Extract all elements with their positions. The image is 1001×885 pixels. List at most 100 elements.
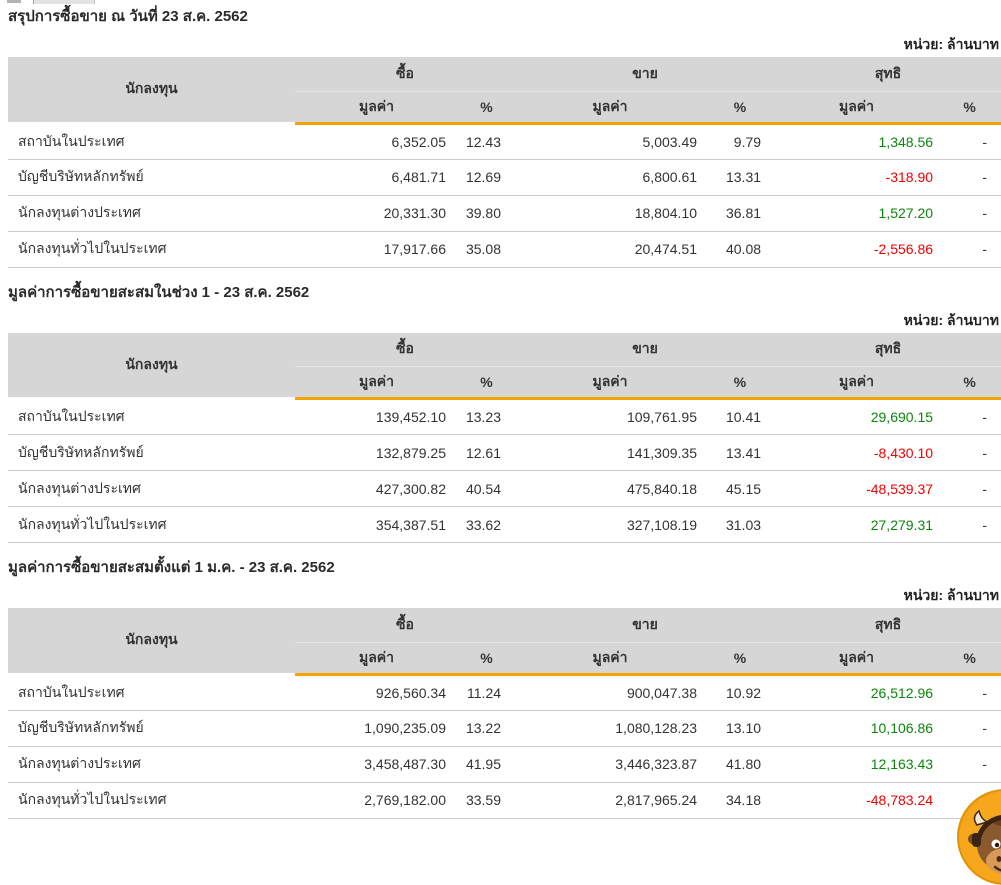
chatbot-mascot-button[interactable] [957,789,1001,885]
investor-trading-summary-page: สรุปการซื้อขาย ณ วันที่ 23 ส.ค. 2562 หน่… [0,0,1001,819]
investor-name-cell: นักลงทุนทั่วไปในประเทศ [8,507,295,543]
bull-headphones-mascot-icon [957,789,1001,885]
net-value-cell: -48,783.24 [775,782,938,818]
col-header-sell-percent: % [705,91,775,123]
sell-value-cell: 1,080,128.23 [515,710,705,746]
sell-percent-cell: 13.10 [705,710,775,746]
col-header-sell-percent: % [705,642,775,674]
col-header-buy-percent: % [458,367,515,399]
sell-percent-cell: 41.80 [705,746,775,782]
investor-type-table: นักลงทุน ซื้อ ขาย สุทธิ มูลค่า % มูลค่า … [8,333,1001,544]
sell-value-cell: 141,309.35 [515,435,705,471]
col-header-buy-percent: % [458,91,515,123]
table-row: สถาบันในประเทศ 139,452.10 13.23 109,761.… [8,399,1001,435]
buy-percent-cell: 11.24 [458,674,515,710]
sell-value-cell: 18,804.10 [515,195,705,231]
net-percent-cell: - [938,231,1001,267]
investor-name-cell: นักลงทุนทั่วไปในประเทศ [8,782,295,818]
section-title: สรุปการซื้อขาย ณ วันที่ 23 ส.ค. 2562 [8,8,1001,26]
net-percent-cell: - [938,195,1001,231]
table-row: นักลงทุนทั่วไปในประเทศ 354,387.51 33.62 … [8,507,1001,543]
sell-value-cell: 109,761.95 [515,399,705,435]
buy-value-cell: 2,769,182.00 [295,782,458,818]
net-value-cell: -8,430.10 [775,435,938,471]
net-value-cell: 1,348.56 [775,123,938,159]
sell-percent-cell: 9.79 [705,123,775,159]
col-header-net-value: มูลค่า [775,367,938,399]
buy-value-cell: 926,560.34 [295,674,458,710]
buy-percent-cell: 33.62 [458,507,515,543]
col-header-sell-percent: % [705,367,775,399]
buy-percent-cell: 35.08 [458,231,515,267]
buy-percent-cell: 12.43 [458,123,515,159]
col-header-net: สุทธิ [775,333,1001,367]
net-value-cell: 26,512.96 [775,674,938,710]
col-header-sell: ขาย [515,333,775,367]
net-percent-cell: - [938,399,1001,435]
year-to-date-section: มูลค่าการซื้อขายสะสมตั้งแต่ 1 ม.ค. - 23 … [0,559,1001,819]
cut-off-tab-fragment [33,0,95,4]
net-value-cell: 10,106.86 [775,710,938,746]
buy-percent-cell: 33.59 [458,782,515,818]
col-header-buy: ซื้อ [295,333,515,367]
month-to-date-section: มูลค่าการซื้อขายสะสมในช่วง 1 - 23 ส.ค. 2… [0,284,1001,544]
sell-percent-cell: 45.15 [705,471,775,507]
buy-percent-cell: 13.22 [458,710,515,746]
sell-percent-cell: 13.41 [705,435,775,471]
col-header-buy-value: มูลค่า [295,91,458,123]
table-row: นักลงทุนทั่วไปในประเทศ 2,769,182.00 33.5… [8,782,1001,818]
investor-name-cell: บัญชีบริษัทหลักทรัพย์ [8,710,295,746]
table-row: นักลงทุนต่างประเทศ 20,331.30 39.80 18,80… [8,195,1001,231]
investor-name-cell: สถาบันในประเทศ [8,123,295,159]
net-value-cell: 27,279.31 [775,507,938,543]
buy-percent-cell: 41.95 [458,746,515,782]
col-header-investor: นักลงทุน [8,57,295,123]
col-header-sell-value: มูลค่า [515,91,705,123]
sell-percent-cell: 34.18 [705,782,775,818]
col-header-buy: ซื้อ [295,608,515,642]
buy-value-cell: 20,331.30 [295,195,458,231]
unit-label: หน่วย: ล้านบาท [8,587,1001,603]
sell-value-cell: 327,108.19 [515,507,705,543]
buy-percent-cell: 12.69 [458,159,515,195]
table-row: นักลงทุนทั่วไปในประเทศ 17,917.66 35.08 2… [8,231,1001,267]
sell-value-cell: 3,446,323.87 [515,746,705,782]
buy-value-cell: 3,458,487.30 [295,746,458,782]
buy-value-cell: 1,090,235.09 [295,710,458,746]
net-value-cell: 12,163.43 [775,746,938,782]
buy-value-cell: 6,352.05 [295,123,458,159]
col-header-net-value: มูลค่า [775,91,938,123]
col-header-net-value: มูลค่า [775,642,938,674]
sell-value-cell: 900,047.38 [515,674,705,710]
net-percent-cell: - [938,507,1001,543]
col-header-net: สุทธิ [775,57,1001,91]
table-row: บัญชีบริษัทหลักทรัพย์ 6,481.71 12.69 6,8… [8,159,1001,195]
sell-percent-cell: 13.31 [705,159,775,195]
net-value-cell: 29,690.15 [775,399,938,435]
col-header-sell: ขาย [515,608,775,642]
table-row: สถาบันในประเทศ 6,352.05 12.43 5,003.49 9… [8,123,1001,159]
col-header-net-percent: % [938,367,1001,399]
sell-value-cell: 20,474.51 [515,231,705,267]
col-header-sell-value: มูลค่า [515,367,705,399]
section-title: มูลค่าการซื้อขายสะสมในช่วง 1 - 23 ส.ค. 2… [8,284,1001,302]
buy-percent-cell: 13.23 [458,399,515,435]
col-header-sell: ขาย [515,57,775,91]
buy-value-cell: 17,917.66 [295,231,458,267]
sell-value-cell: 6,800.61 [515,159,705,195]
buy-value-cell: 427,300.82 [295,471,458,507]
unit-label: หน่วย: ล้านบาท [8,36,1001,52]
net-percent-cell: - [938,159,1001,195]
net-value-cell: 1,527.20 [775,195,938,231]
net-percent-cell: - [938,710,1001,746]
table-row: บัญชีบริษัทหลักทรัพย์ 1,090,235.09 13.22… [8,710,1001,746]
sell-percent-cell: 31.03 [705,507,775,543]
col-header-investor: นักลงทุน [8,333,295,399]
table-row: สถาบันในประเทศ 926,560.34 11.24 900,047.… [8,674,1001,710]
net-value-cell: -2,556.86 [775,231,938,267]
buy-value-cell: 139,452.10 [295,399,458,435]
unit-label: หน่วย: ล้านบาท [8,312,1001,328]
investor-name-cell: นักลงทุนต่างประเทศ [8,746,295,782]
investor-name-cell: สถาบันในประเทศ [8,399,295,435]
col-header-buy-value: มูลค่า [295,367,458,399]
